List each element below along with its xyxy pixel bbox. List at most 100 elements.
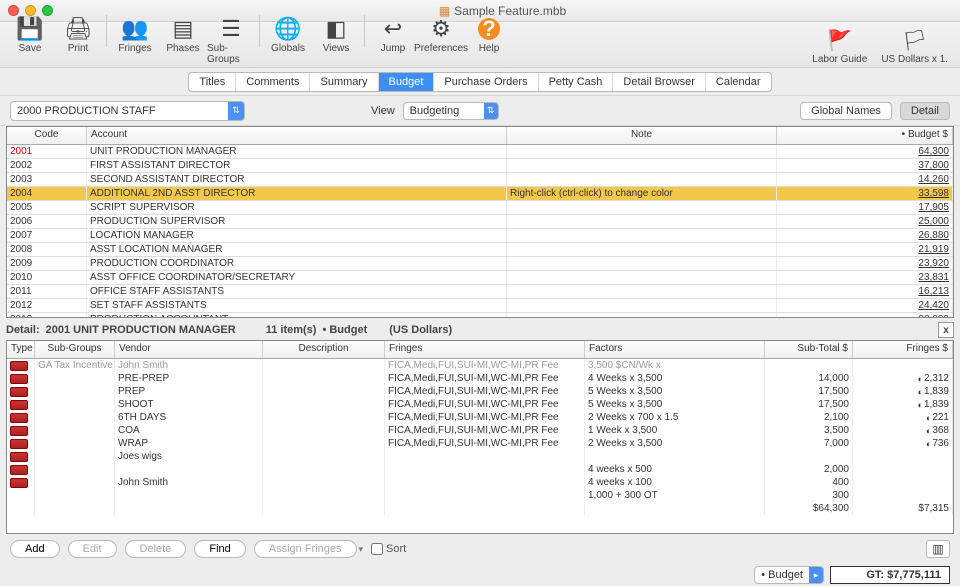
- cell-code: 2009: [7, 257, 87, 270]
- cell-subtotal: 17,500: [765, 385, 853, 398]
- col-note-header[interactable]: Note: [507, 127, 777, 144]
- cell-note: [507, 299, 777, 312]
- toolbar-sub-groups[interactable]: ☰Sub-Groups: [207, 15, 255, 65]
- cell-desc: [263, 372, 385, 385]
- dcol-fringes[interactable]: Fringes: [385, 341, 585, 358]
- cell-subtotal: 400: [765, 476, 853, 489]
- detail-row[interactable]: PREPFICA,Medi,FUI,SUI-MI,WC-MI,PR Fee5 W…: [7, 385, 953, 398]
- toolbar-globals[interactable]: 🌐Globals: [264, 15, 312, 65]
- table-row[interactable]: 2010ASST OFFICE COORDINATOR/SECRETARY23,…: [7, 271, 953, 285]
- dcol-subtotal[interactable]: Sub-Total $: [765, 341, 853, 358]
- table-row[interactable]: 2009PRODUCTION COORDINATOR23,920: [7, 257, 953, 271]
- toolbar-jump[interactable]: ↩Jump: [369, 15, 417, 65]
- detail-row[interactable]: COAFICA,Medi,FUI,SUI-MI,WC-MI,PR Fee1 We…: [7, 424, 953, 437]
- tab-budget[interactable]: Budget: [379, 73, 435, 91]
- dcol-vendor[interactable]: Vendor: [115, 341, 263, 358]
- cell-subtotal: [765, 450, 853, 463]
- cell-account: ASST OFFICE COORDINATOR/SECRETARY: [87, 271, 507, 284]
- chevron-updown-icon[interactable]: ⇅: [484, 103, 498, 119]
- account-combo[interactable]: 2000 PRODUCTION STAFF ⇅: [10, 101, 245, 121]
- cell-subtotal: 14,000: [765, 372, 853, 385]
- toolbar-views[interactable]: ◧Views: [312, 15, 360, 65]
- tab-detail-browser[interactable]: Detail Browser: [613, 73, 706, 91]
- toolbar-print[interactable]: 🖨Print: [54, 15, 102, 65]
- table-row[interactable]: 2013PRODUCTION ACCOUNTANT38,080: [7, 313, 953, 318]
- detail-row[interactable]: WRAPFICA,Medi,FUI,SUI-MI,WC-MI,PR Fee2 W…: [7, 437, 953, 450]
- col-budget-header[interactable]: • Budget $: [777, 127, 953, 144]
- table-row[interactable]: 2011OFFICE STAFF ASSISTANTS16,213: [7, 285, 953, 299]
- detail-row[interactable]: 1,000 + 300 OT300: [7, 489, 953, 502]
- col-code-header[interactable]: Code: [7, 127, 87, 144]
- cell-sub: [35, 398, 115, 411]
- cell-note: Right-click (ctrl-click) to change color: [507, 187, 777, 200]
- detail-row[interactable]: SHOOTFICA,Medi,FUI,SUI-MI,WC-MI,PR Fee5 …: [7, 398, 953, 411]
- tab-summary[interactable]: Summary: [310, 73, 378, 91]
- cell-factors: [585, 502, 765, 515]
- cell-vendor: PRE-PREP: [115, 372, 263, 385]
- cell-sub: [35, 372, 115, 385]
- toolbar-us-dollars-x-1-[interactable]: 🏳US Dollars x 1.: [881, 26, 948, 65]
- view-combo[interactable]: Budgeting ⇅: [403, 102, 499, 120]
- table-row[interactable]: 2012SET STAFF ASSISTANTS24,420: [7, 299, 953, 313]
- footer-budget-combo[interactable]: • Budget ▸: [754, 566, 824, 584]
- table-row[interactable]: 2008ASST LOCATION MANAGER21,919: [7, 243, 953, 257]
- table-row[interactable]: 2001UNIT PRODUCTION MANAGER64,300: [7, 145, 953, 159]
- table-row[interactable]: 2003SECOND ASSISTANT DIRECTOR14,260: [7, 173, 953, 187]
- assign-dropdown-icon[interactable]: ▾: [359, 544, 364, 555]
- sort-checkbox-input[interactable]: [371, 543, 383, 555]
- global-names-button[interactable]: Global Names: [800, 102, 892, 120]
- dcol-desc[interactable]: Description: [263, 341, 385, 358]
- columns-icon[interactable]: ▥: [926, 540, 950, 558]
- tab-calendar[interactable]: Calendar: [706, 73, 771, 91]
- table-row[interactable]: 2005SCRIPT SUPERVISOR17,905: [7, 201, 953, 215]
- assign-fringes-button[interactable]: Assign Fringes: [254, 540, 357, 558]
- row-type-icon: [10, 387, 28, 397]
- tab-petty-cash[interactable]: Petty Cash: [539, 73, 614, 91]
- cell-vendor: COA: [115, 424, 263, 437]
- detail-row[interactable]: PRE-PREPFICA,Medi,FUI,SUI-MI,WC-MI,PR Fe…: [7, 372, 953, 385]
- table-row[interactable]: 2002FIRST ASSISTANT DIRECTOR37,800: [7, 159, 953, 173]
- delete-button[interactable]: Delete: [125, 540, 187, 558]
- dcol-type[interactable]: Type: [7, 341, 35, 358]
- table-body[interactable]: 2001UNIT PRODUCTION MANAGER64,3002002FIR…: [7, 145, 953, 318]
- detail-body[interactable]: GA Tax IncentiveJohn SmithFICA,Medi,FUI,…: [7, 359, 953, 534]
- detail-row[interactable]: Joes wigs: [7, 450, 953, 463]
- table-row[interactable]: 2007LOCATION MANAGER26,880: [7, 229, 953, 243]
- toolbar-preferences[interactable]: ⚙Preferences: [417, 15, 465, 65]
- close-detail-button[interactable]: x: [938, 322, 954, 338]
- detail-row[interactable]: GA Tax IncentiveJohn SmithFICA,Medi,FUI,…: [7, 359, 953, 372]
- find-button[interactable]: Find: [194, 540, 245, 558]
- table-row[interactable]: 2006PRODUCTION SUPERVISOR25,000: [7, 215, 953, 229]
- toolbar-labor-guide[interactable]: 🚩Labor Guide: [812, 26, 867, 65]
- col-account-header[interactable]: Account: [87, 127, 507, 144]
- cell-type: [7, 359, 35, 372]
- dcol-sub[interactable]: Sub-Groups: [35, 341, 115, 358]
- detail-row[interactable]: 4 weeks x 5002,000: [7, 463, 953, 476]
- detail-row[interactable]: John Smith4 weeks x 100400: [7, 476, 953, 489]
- tab-titles[interactable]: Titles: [189, 73, 236, 91]
- tab-purchase-orders[interactable]: Purchase Orders: [434, 73, 538, 91]
- cell-type: [7, 398, 35, 411]
- cell-sub: [35, 424, 115, 437]
- cell-type: [7, 502, 35, 515]
- edit-button[interactable]: Edit: [68, 540, 117, 558]
- detail-button[interactable]: Detail: [900, 102, 950, 120]
- sort-checkbox[interactable]: Sort: [371, 543, 406, 555]
- dcol-factors[interactable]: Factors: [585, 341, 765, 358]
- toolbar-save[interactable]: 💾Save: [6, 15, 54, 65]
- table-row[interactable]: 2004ADDITIONAL 2ND ASST DIRECTORRight-cl…: [7, 187, 953, 201]
- toolbar-fringes[interactable]: 👥Fringes: [111, 15, 159, 65]
- cell-fringes: FICA,Medi,FUI,SUI-MI,WC-MI,PR Fee: [385, 359, 585, 372]
- detail-table: Type Sub-Groups Vendor Description Fring…: [6, 340, 954, 534]
- chevron-updown-icon[interactable]: ⇅: [228, 102, 244, 120]
- detail-row[interactable]: $64,300$7,315: [7, 502, 953, 515]
- add-button[interactable]: Add: [10, 540, 60, 558]
- detail-row[interactable]: 6TH DAYSFICA,Medi,FUI,SUI-MI,WC-MI,PR Fe…: [7, 411, 953, 424]
- tab-comments[interactable]: Comments: [236, 73, 310, 91]
- cell-fringes-amt: [853, 450, 953, 463]
- dcol-fringes-amt[interactable]: Fringes $: [853, 341, 953, 358]
- toolbar-help[interactable]: ?Help: [465, 15, 513, 65]
- cell-vendor: [115, 463, 263, 476]
- toolbar-phases[interactable]: ▤Phases: [159, 15, 207, 65]
- cell-budget: 25,000: [777, 215, 953, 228]
